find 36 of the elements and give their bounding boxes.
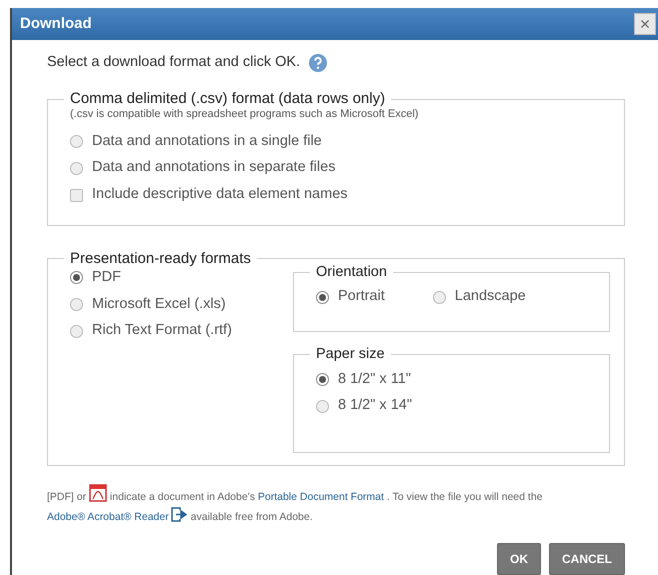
help-icon[interactable] — [308, 53, 328, 74]
option-label: Portrait — [338, 287, 385, 306]
radio-button[interactable] — [316, 372, 329, 386]
compatibility-note: (.csv is compatible with spreadsheet programs such as Microsoft Excel) — [70, 107, 420, 122]
checkbox[interactable] — [70, 188, 83, 202]
radio-button[interactable] — [316, 400, 329, 413]
pdf-document-icon — [89, 484, 108, 502]
section-legend: Presentation-ready formats — [64, 250, 257, 268]
option-label: 8 1/2" x 11" — [338, 370, 411, 388]
option-label: PDF — [92, 268, 121, 287]
option-label: Landscape — [454, 287, 526, 306]
window-title: Download — [20, 14, 92, 34]
option-label: Data and annotations in separate files — [92, 158, 336, 178]
cancel-button[interactable]: CANCEL — [549, 543, 625, 575]
option-label: Include descriptive data element names — [92, 185, 348, 204]
radio-button[interactable] — [70, 135, 83, 148]
footnote-text: [PDF] or indicate a document in Adobe's Portable Document Format . To view the file you will need the Adobe® Acrobat® Reader available free from Adobe. — [47, 484, 625, 527]
radio-button[interactable] — [316, 290, 329, 304]
option-label: Data and annotations in a single file — [92, 132, 322, 151]
option-label: Rich Text Format (.rtf) — [92, 321, 232, 340]
radio-button[interactable] — [70, 298, 83, 312]
option-label: 8 1/2" x 14" — [338, 396, 412, 416]
radio-button[interactable] — [432, 290, 446, 304]
group-legend: Orientation — [310, 264, 393, 282]
instruction-text: Select a download format and click OK. — [47, 53, 300, 72]
external-link-icon[interactable] — [170, 507, 188, 522]
link[interactable]: Adobe® Acrobat® Reader — [47, 511, 169, 523]
radio-button[interactable] — [70, 324, 83, 338]
radio-button[interactable] — [70, 162, 83, 175]
option-label: Microsoft Excel (.xls) — [92, 294, 226, 314]
section-legend: Comma delimited (.csv) format (data rows only) — [64, 90, 392, 108]
close-button[interactable]: × — [634, 13, 656, 36]
link[interactable]: Portable Document Format — [258, 491, 384, 503]
group-legend: Paper size — [310, 346, 391, 364]
ok-button[interactable]: OK — [497, 543, 541, 575]
radio-button[interactable] — [70, 271, 83, 284]
